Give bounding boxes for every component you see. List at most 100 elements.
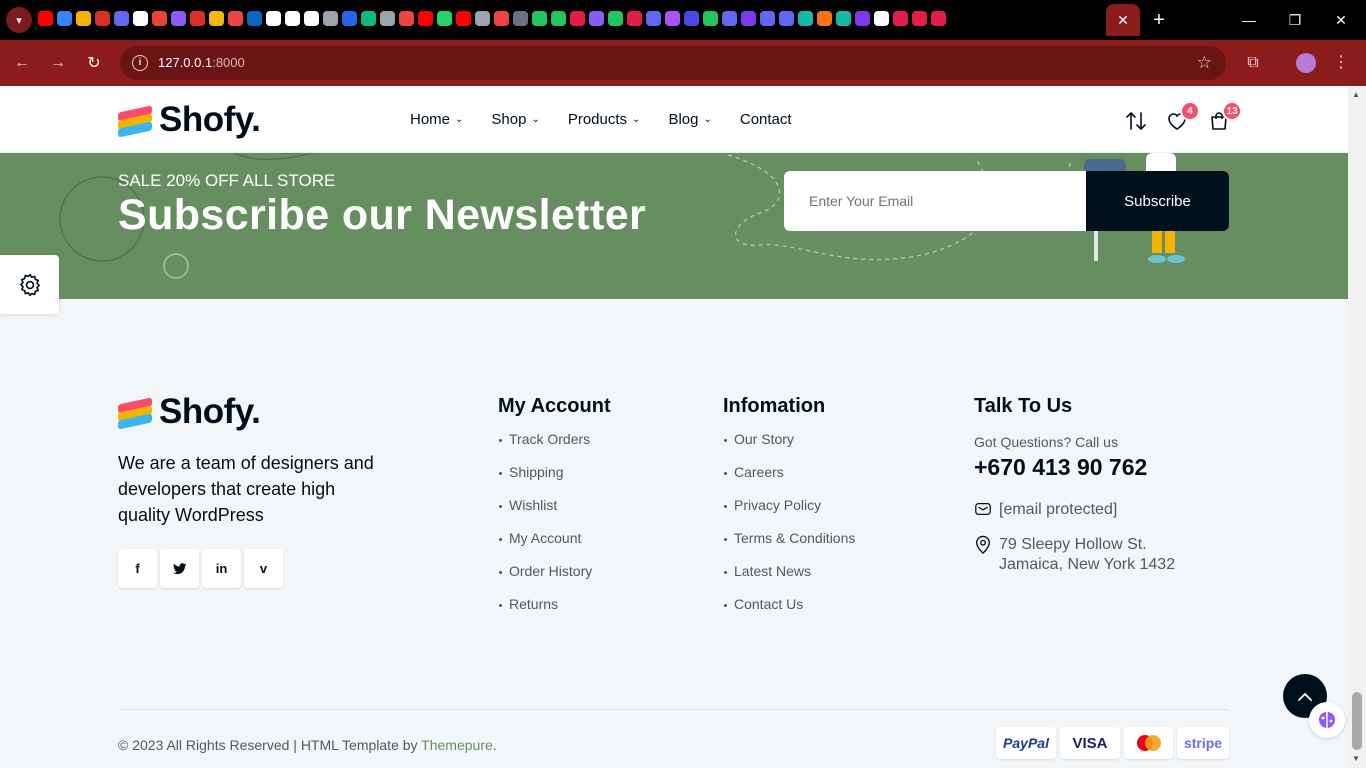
talk-phone[interactable]: +670 413 90 762 xyxy=(974,454,1147,481)
brain-extension-icon[interactable] xyxy=(1309,702,1345,738)
tab-favicon[interactable] xyxy=(285,11,300,26)
footer-logo[interactable]: Shofy. xyxy=(118,392,261,432)
scroll-down-arrow-icon[interactable]: ▼ xyxy=(1352,754,1360,763)
tab-favicon[interactable] xyxy=(342,11,357,26)
scroll-up-arrow-icon[interactable]: ▲ xyxy=(1352,90,1360,99)
footer-link-track-orders[interactable]: Track Orders xyxy=(499,431,592,464)
tab-favicon[interactable] xyxy=(247,11,262,26)
tab-favicon[interactable] xyxy=(266,11,281,26)
back-arrow-icon[interactable]: ← xyxy=(10,51,34,75)
footer-link-careers[interactable]: Careers xyxy=(724,464,855,497)
address-bar[interactable]: i 127.0.0.1:8000 ☆ xyxy=(120,46,1226,80)
tab-favicon[interactable] xyxy=(703,11,718,26)
tab-favicon[interactable] xyxy=(855,11,870,26)
tab-favicon[interactable] xyxy=(361,11,376,26)
cart-button[interactable]: 13 xyxy=(1205,101,1242,135)
tab-favicon[interactable] xyxy=(133,11,148,26)
tab-favicon[interactable] xyxy=(912,11,927,26)
tab-search-icon[interactable]: ▾ xyxy=(6,7,32,33)
tab-favicon[interactable] xyxy=(893,11,908,26)
nav-blog[interactable]: Blog ⌄ xyxy=(668,111,711,128)
tab-favicon[interactable] xyxy=(665,11,680,26)
tab-favicon[interactable] xyxy=(38,11,53,26)
tab-favicon[interactable] xyxy=(836,11,851,26)
tab-favicon[interactable] xyxy=(76,11,91,26)
tab-favicon[interactable] xyxy=(494,11,509,26)
settings-toggle[interactable] xyxy=(0,255,59,314)
footer-link-latest-news[interactable]: Latest News xyxy=(724,563,855,596)
minimize-icon[interactable]: — xyxy=(1226,0,1272,40)
tab-favicon[interactable] xyxy=(646,11,661,26)
tab-favicon[interactable] xyxy=(228,11,243,26)
subscribe-button[interactable]: Subscribe xyxy=(1086,171,1229,231)
twitter-icon[interactable] xyxy=(160,549,199,588)
tab-favicon[interactable] xyxy=(437,11,452,26)
vimeo-icon[interactable]: v xyxy=(244,549,283,588)
tab-favicon[interactable] xyxy=(57,11,72,26)
footer-link-contact-us[interactable]: Contact Us xyxy=(724,596,855,629)
reload-icon[interactable]: ↻ xyxy=(82,51,106,75)
tab-favicon[interactable] xyxy=(209,11,224,26)
tab-favicon[interactable] xyxy=(627,11,642,26)
profile-avatar[interactable] xyxy=(1296,53,1316,73)
restore-icon[interactable]: ❐ xyxy=(1272,0,1318,40)
close-tab-icon[interactable]: ✕ xyxy=(1117,12,1129,29)
tab-favicon[interactable] xyxy=(323,11,338,26)
tab-favicon[interactable] xyxy=(551,11,566,26)
tab-favicon[interactable] xyxy=(874,11,889,26)
footer-link-privacy-policy[interactable]: Privacy Policy xyxy=(724,497,855,530)
tab-favicon[interactable] xyxy=(760,11,775,26)
tab-favicon[interactable] xyxy=(95,11,110,26)
new-tab-button[interactable]: + xyxy=(1147,8,1171,32)
tab-favicon[interactable] xyxy=(779,11,794,26)
url-text[interactable]: 127.0.0.1:8000 xyxy=(158,55,245,70)
compare-icon[interactable] xyxy=(1122,107,1150,135)
header-logo[interactable]: Shofy. xyxy=(118,100,261,140)
page-scrollbar[interactable]: ▲ ▼ xyxy=(1348,86,1366,768)
star-icon[interactable]: ☆ xyxy=(1197,53,1212,73)
wishlist-button[interactable]: 4 xyxy=(1163,101,1200,135)
tab-favicon[interactable] xyxy=(684,11,699,26)
close-window-icon[interactable]: ✕ xyxy=(1318,0,1364,40)
tab-favicon[interactable] xyxy=(399,11,414,26)
footer-link-wishlist[interactable]: Wishlist xyxy=(499,497,592,530)
tab-favicon[interactable] xyxy=(608,11,623,26)
linkedin-icon[interactable]: in xyxy=(202,549,241,588)
tab-favicon[interactable] xyxy=(418,11,433,26)
nav-contact[interactable]: Contact xyxy=(740,111,792,128)
tab-favicon[interactable] xyxy=(722,11,737,26)
tab-favicon[interactable] xyxy=(171,11,186,26)
forward-arrow-icon[interactable]: → xyxy=(46,51,70,75)
footer-link-terms[interactable]: Terms & Conditions xyxy=(724,530,855,563)
tab-favicon[interactable] xyxy=(931,11,946,26)
site-info-icon[interactable]: i xyxy=(132,55,148,71)
facebook-icon[interactable]: f xyxy=(118,549,157,588)
tab-favicon[interactable] xyxy=(456,11,471,26)
nav-products[interactable]: Products ⌄ xyxy=(568,111,641,128)
newsletter-email-input[interactable] xyxy=(784,171,1086,231)
tab-favicon[interactable] xyxy=(589,11,604,26)
footer-link-shipping[interactable]: Shipping xyxy=(499,464,592,497)
footer-link-returns[interactable]: Returns xyxy=(499,596,592,629)
nav-home[interactable]: Home ⌄ xyxy=(410,111,463,128)
tab-favicon[interactable] xyxy=(513,11,528,26)
tab-favicon[interactable] xyxy=(570,11,585,26)
themepure-link[interactable]: Themepure xyxy=(421,737,493,753)
tab-favicon[interactable] xyxy=(741,11,756,26)
tab-favicon[interactable] xyxy=(817,11,832,26)
footer-link-our-story[interactable]: Our Story xyxy=(724,431,855,464)
tab-favicon[interactable] xyxy=(114,11,129,26)
nav-shop[interactable]: Shop ⌄ xyxy=(491,111,539,128)
talk-email-row[interactable]: [email protected] xyxy=(974,500,1117,524)
active-tab[interactable]: ✕ xyxy=(1106,4,1140,36)
footer-link-order-history[interactable]: Order History xyxy=(499,563,592,596)
tab-favicon[interactable] xyxy=(152,11,167,26)
tab-favicon[interactable] xyxy=(190,11,205,26)
tab-favicon[interactable] xyxy=(380,11,395,26)
scroll-thumb[interactable] xyxy=(1352,692,1362,750)
tab-favicon[interactable] xyxy=(304,11,319,26)
talk-email[interactable]: [email protected] xyxy=(999,500,1117,524)
tab-favicon[interactable] xyxy=(532,11,547,26)
footer-link-my-account[interactable]: My Account xyxy=(499,530,592,563)
kebab-menu-icon[interactable]: ⋮ xyxy=(1333,52,1349,72)
